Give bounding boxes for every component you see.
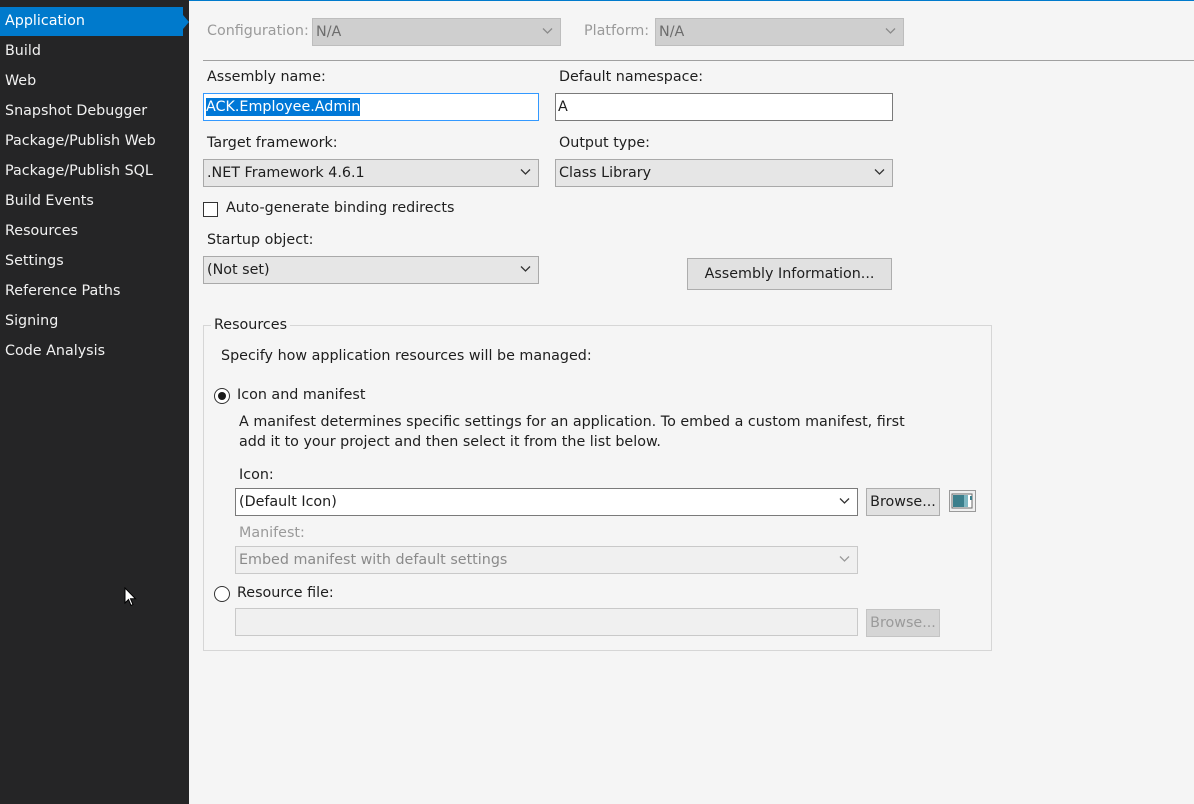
chevron-down-icon	[885, 28, 896, 34]
auto-binding-checkbox[interactable]	[203, 202, 218, 217]
manifest-help-line2: add it to your project and then select i…	[239, 434, 661, 450]
sidebar-item-package-publish-web[interactable]: Package/Publish Web	[0, 127, 183, 156]
sidebar-item-build[interactable]: Build	[0, 37, 183, 66]
mouse-cursor-icon	[124, 587, 137, 607]
startup-object-dropdown[interactable]: (Not set)	[203, 256, 539, 284]
sidebar-item-resources[interactable]: Resources	[0, 217, 183, 246]
icon-dropdown[interactable]: (Default Icon)	[235, 488, 858, 516]
configuration-value: N/A	[316, 24, 342, 40]
icon-value: (Default Icon)	[239, 494, 337, 510]
chevron-down-icon	[520, 169, 531, 175]
platform-label: Platform:	[584, 23, 650, 39]
target-framework-dropdown[interactable]: .NET Framework 4.6.1	[203, 159, 539, 187]
target-framework-value: .NET Framework 4.6.1	[207, 165, 365, 181]
chevron-down-icon	[542, 28, 553, 34]
sidebar-item-package-publish-sql[interactable]: Package/Publish SQL	[0, 157, 183, 186]
icon-preview	[949, 490, 976, 512]
sidebar-item-code-analysis[interactable]: Code Analysis	[0, 337, 183, 366]
output-type-value: Class Library	[559, 165, 652, 181]
icon-and-manifest-label: Icon and manifest	[237, 387, 366, 403]
assembly-information-button[interactable]: Assembly Information...	[687, 258, 892, 290]
configuration-label: Configuration:	[207, 23, 309, 39]
assembly-name-value: ACK.Employee.Admin	[206, 98, 361, 116]
sidebar-item-settings[interactable]: Settings	[0, 247, 183, 276]
assembly-name-label: Assembly name:	[207, 69, 326, 85]
manifest-value: Embed manifest with default settings	[239, 552, 508, 568]
platform-dropdown[interactable]: N/A	[655, 18, 904, 46]
default-namespace-input[interactable]: A	[555, 93, 893, 121]
chevron-down-icon	[839, 498, 850, 504]
application-icon	[951, 493, 973, 509]
resource-file-input[interactable]	[235, 608, 858, 636]
configuration-dropdown[interactable]: N/A	[312, 18, 561, 46]
startup-object-value: (Not set)	[207, 262, 270, 278]
sidebar-item-web[interactable]: Web	[0, 67, 183, 96]
application-page: Configuration: N/A Platform: N/A Assembl…	[189, 0, 1194, 804]
output-type-label: Output type:	[559, 135, 650, 151]
default-namespace-value: A	[558, 99, 568, 115]
auto-binding-label: Auto-generate binding redirects	[226, 200, 455, 216]
default-namespace-label: Default namespace:	[559, 69, 704, 85]
sidebar-item-application[interactable]: Application	[0, 7, 189, 36]
chevron-down-icon	[874, 169, 885, 175]
sidebar-item-build-events[interactable]: Build Events	[0, 187, 183, 216]
resource-file-browse-button[interactable]: Browse...	[866, 609, 940, 637]
sidebar-item-snapshot-debugger[interactable]: Snapshot Debugger	[0, 97, 183, 126]
output-type-dropdown[interactable]: Class Library	[555, 159, 893, 187]
icon-and-manifest-radio[interactable]	[214, 388, 230, 404]
manifest-dropdown[interactable]: Embed manifest with default settings	[235, 546, 858, 574]
sidebar: Application Build Web Snapshot Debugger …	[0, 0, 189, 804]
chevron-down-icon	[520, 266, 531, 272]
target-framework-label: Target framework:	[207, 135, 338, 151]
sidebar-item-signing[interactable]: Signing	[0, 307, 183, 336]
sidebar-item-reference-paths[interactable]: Reference Paths	[0, 277, 183, 306]
resource-file-label: Resource file:	[237, 585, 334, 601]
top-accent-line	[189, 0, 1194, 1]
icon-label: Icon:	[239, 467, 274, 483]
icon-browse-button[interactable]: Browse...	[866, 488, 940, 516]
platform-value: N/A	[659, 24, 685, 40]
assembly-name-input[interactable]: ACK.Employee.Admin	[203, 93, 539, 121]
resource-file-radio[interactable]	[214, 586, 230, 602]
resources-description: Specify how application resources will b…	[221, 348, 592, 364]
separator	[203, 60, 1194, 61]
startup-object-label: Startup object:	[207, 232, 314, 248]
manifest-help-line1: A manifest determines specific settings …	[239, 414, 905, 430]
resources-group-title: Resources	[211, 317, 291, 333]
chevron-down-icon	[839, 556, 850, 562]
manifest-label: Manifest:	[239, 525, 305, 541]
